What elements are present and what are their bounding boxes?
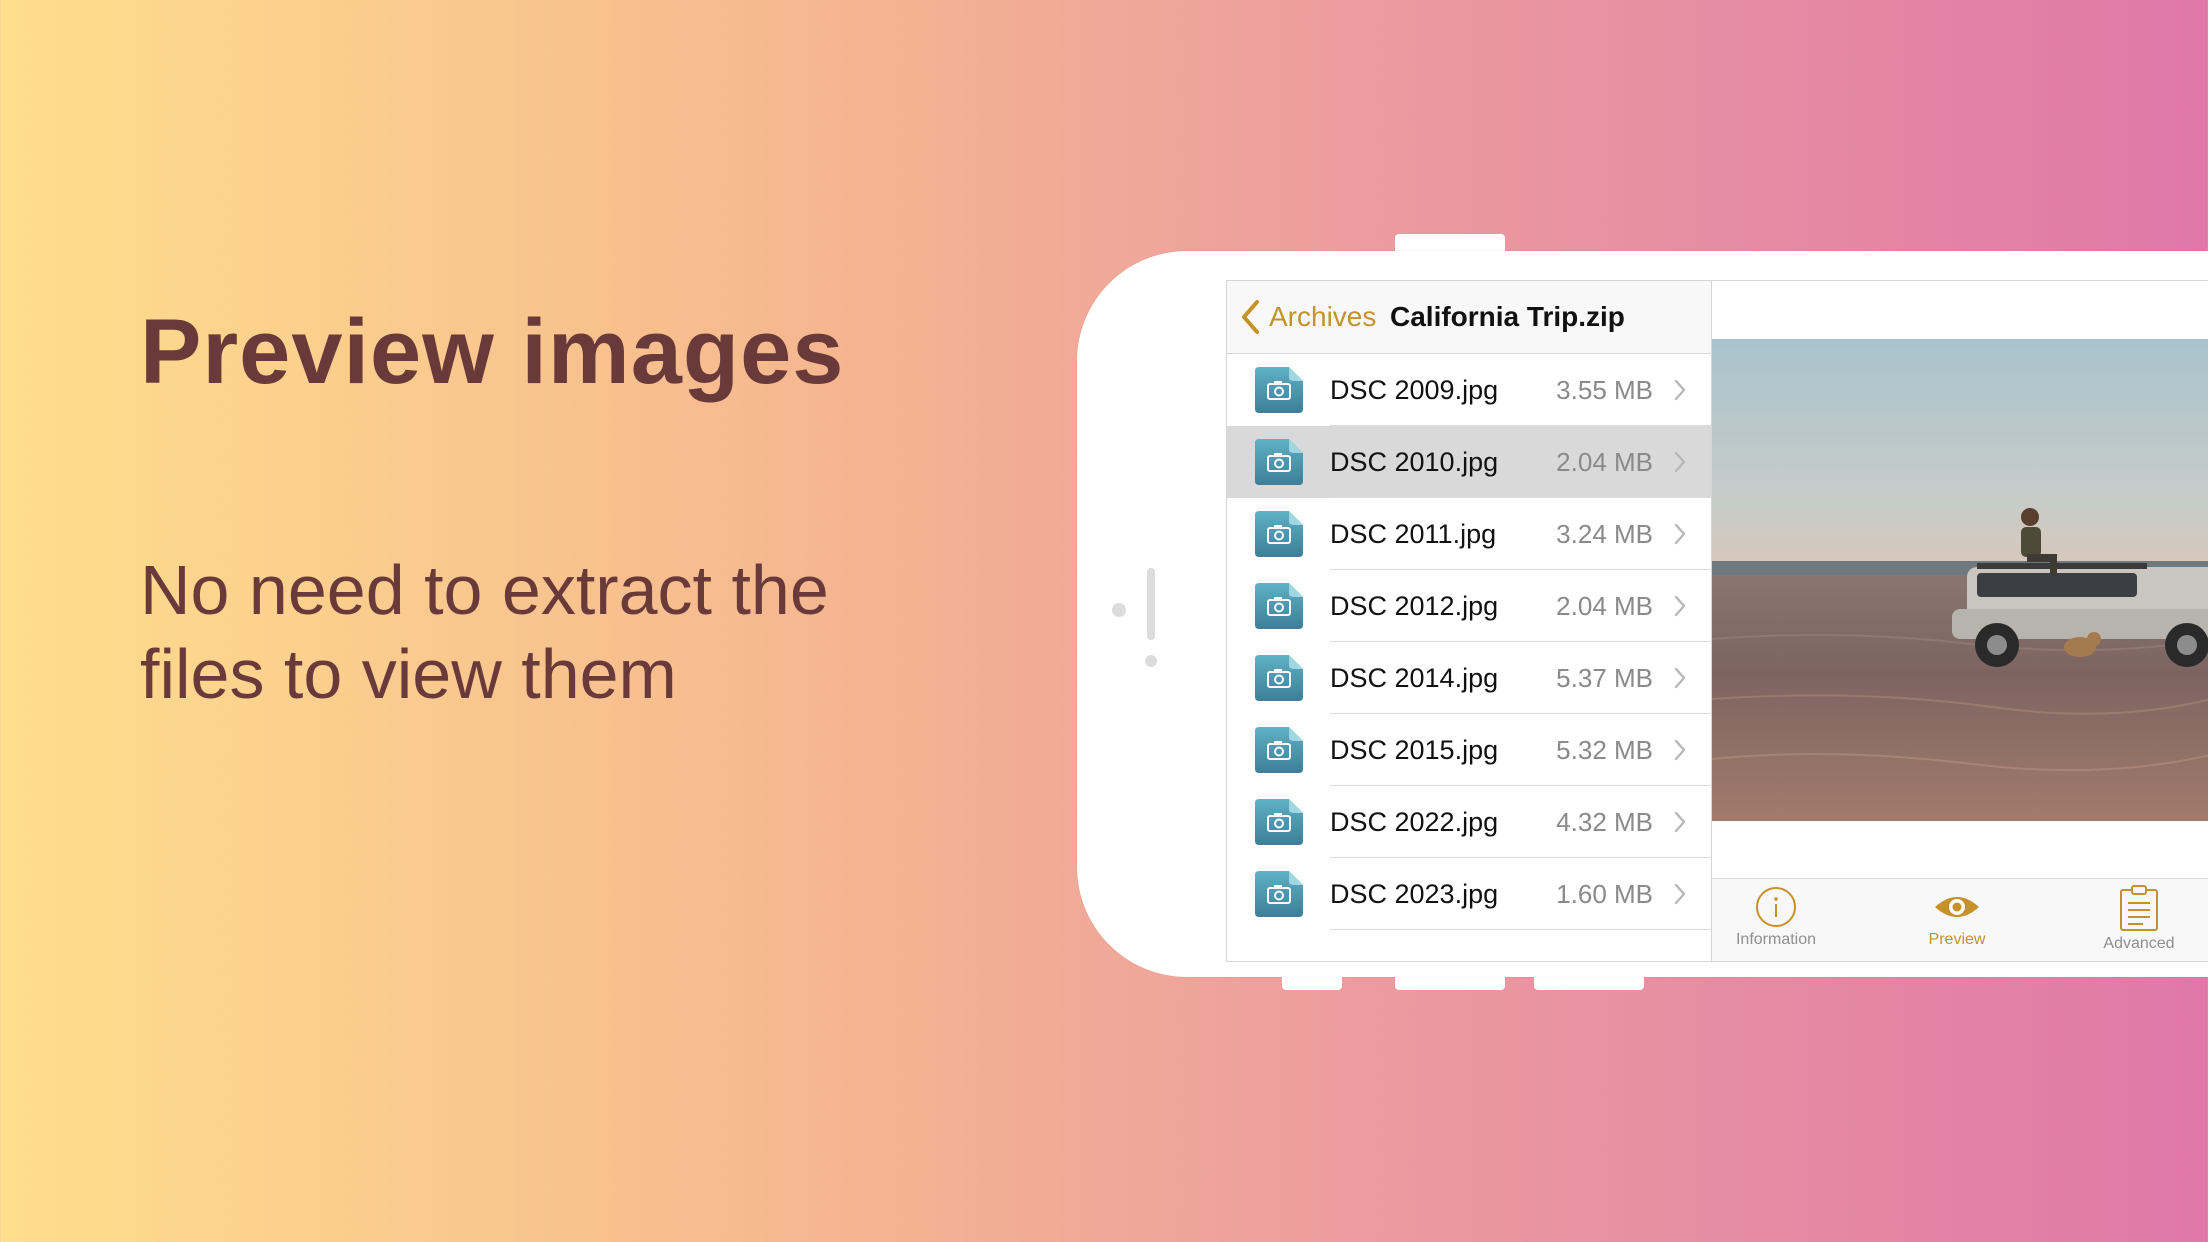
tab-preview[interactable]: Preview	[1882, 885, 2032, 961]
phone-camera	[1112, 603, 1126, 617]
file-size: 2.04 MB	[1556, 447, 1653, 477]
file-name: DSC 2012.jpg	[1330, 591, 1499, 621]
image-file-icon	[1253, 797, 1305, 847]
tab-advanced-label: Advanced	[2103, 935, 2175, 952]
tab-preview-label: Preview	[1928, 931, 1986, 948]
image-file-icon	[1253, 437, 1305, 487]
image-file-icon	[1253, 365, 1305, 415]
promo-headline: Preview images	[140, 301, 845, 403]
file-size: 4.32 MB	[1556, 807, 1653, 837]
chevron-right-icon	[1673, 810, 1687, 839]
back-button[interactable]: Archives	[1239, 299, 1376, 335]
file-name: DSC 2014.jpg	[1330, 663, 1499, 693]
chevron-right-icon	[1673, 666, 1687, 695]
chevron-right-icon	[1673, 522, 1687, 551]
file-size: 5.37 MB	[1556, 663, 1653, 693]
file-name: DSC 2022.jpg	[1330, 807, 1499, 837]
image-preview[interactable]	[1712, 339, 2208, 821]
file-name: DSC 2011.jpg	[1330, 519, 1497, 549]
file-row[interactable]: DSC 2009.jpg 3.55 MB	[1227, 354, 1711, 426]
image-file-icon	[1253, 653, 1305, 703]
image-file-icon	[1253, 581, 1305, 631]
chevron-right-icon	[1673, 882, 1687, 911]
file-list: DSC 2009.jpg 3.55 MB DSC 2010.jpg 2.04 MB …	[1227, 354, 1711, 930]
info-icon	[1756, 887, 1796, 927]
file-list-pane: Archives California Trip.zip DSC 2009.jp…	[1227, 281, 1712, 961]
back-button-label: Archives	[1269, 301, 1377, 332]
tab-information[interactable]: Information	[1701, 885, 1851, 961]
file-name: DSC 2015.jpg	[1330, 735, 1499, 765]
beach-photo	[1712, 339, 2208, 821]
image-file-icon	[1253, 869, 1305, 919]
file-name: DSC 2009.jpg	[1330, 375, 1499, 405]
clipboard-icon	[2120, 885, 2158, 931]
file-row[interactable]: DSC 2011.jpg 3.24 MB	[1227, 498, 1711, 570]
navigation-bar: Archives California Trip.zip	[1227, 281, 1711, 354]
file-row[interactable]: DSC 2010.jpg 2.04 MB	[1227, 426, 1711, 498]
file-size: 2.04 MB	[1556, 591, 1653, 621]
tab-bar: Information Preview Advanced	[1712, 878, 2208, 961]
tab-information-label: Information	[1735, 931, 1817, 948]
preview-pane: Information Preview Advanced	[1712, 281, 2208, 961]
file-size: 1.60 MB	[1556, 879, 1653, 909]
file-row[interactable]: DSC 2012.jpg 2.04 MB	[1227, 570, 1711, 642]
phone-sensor	[1145, 655, 1157, 667]
chevron-right-icon	[1673, 450, 1687, 479]
chevron-right-icon	[1673, 378, 1687, 407]
file-row[interactable]: DSC 2014.jpg 5.37 MB	[1227, 642, 1711, 714]
file-row[interactable]: DSC 2015.jpg 5.32 MB	[1227, 714, 1711, 786]
tab-advanced[interactable]: Advanced	[2064, 885, 2208, 961]
file-size: 5.32 MB	[1556, 735, 1653, 765]
image-file-icon	[1253, 725, 1305, 775]
phone-screen: Archives California Trip.zip DSC 2009.jp…	[1226, 280, 2208, 962]
phone-speaker	[1147, 568, 1155, 640]
file-row[interactable]: DSC 2022.jpg 4.32 MB	[1227, 786, 1711, 858]
chevron-right-icon	[1673, 594, 1687, 623]
file-name: DSC 2023.jpg	[1330, 879, 1499, 909]
row-separator	[1330, 929, 1711, 930]
eye-icon	[1935, 897, 1979, 917]
chevron-left-icon	[1242, 300, 1259, 334]
archive-title: California Trip.zip	[1390, 301, 1625, 332]
chevron-right-icon	[1673, 738, 1687, 767]
promo-subline: No need to extract the files to view the…	[140, 551, 829, 713]
file-row[interactable]: DSC 2023.jpg 1.60 MB	[1227, 858, 1711, 930]
file-name: DSC 2010.jpg	[1330, 447, 1499, 477]
file-size: 3.24 MB	[1556, 519, 1653, 549]
image-file-icon	[1253, 509, 1305, 559]
file-size: 3.55 MB	[1556, 375, 1653, 405]
